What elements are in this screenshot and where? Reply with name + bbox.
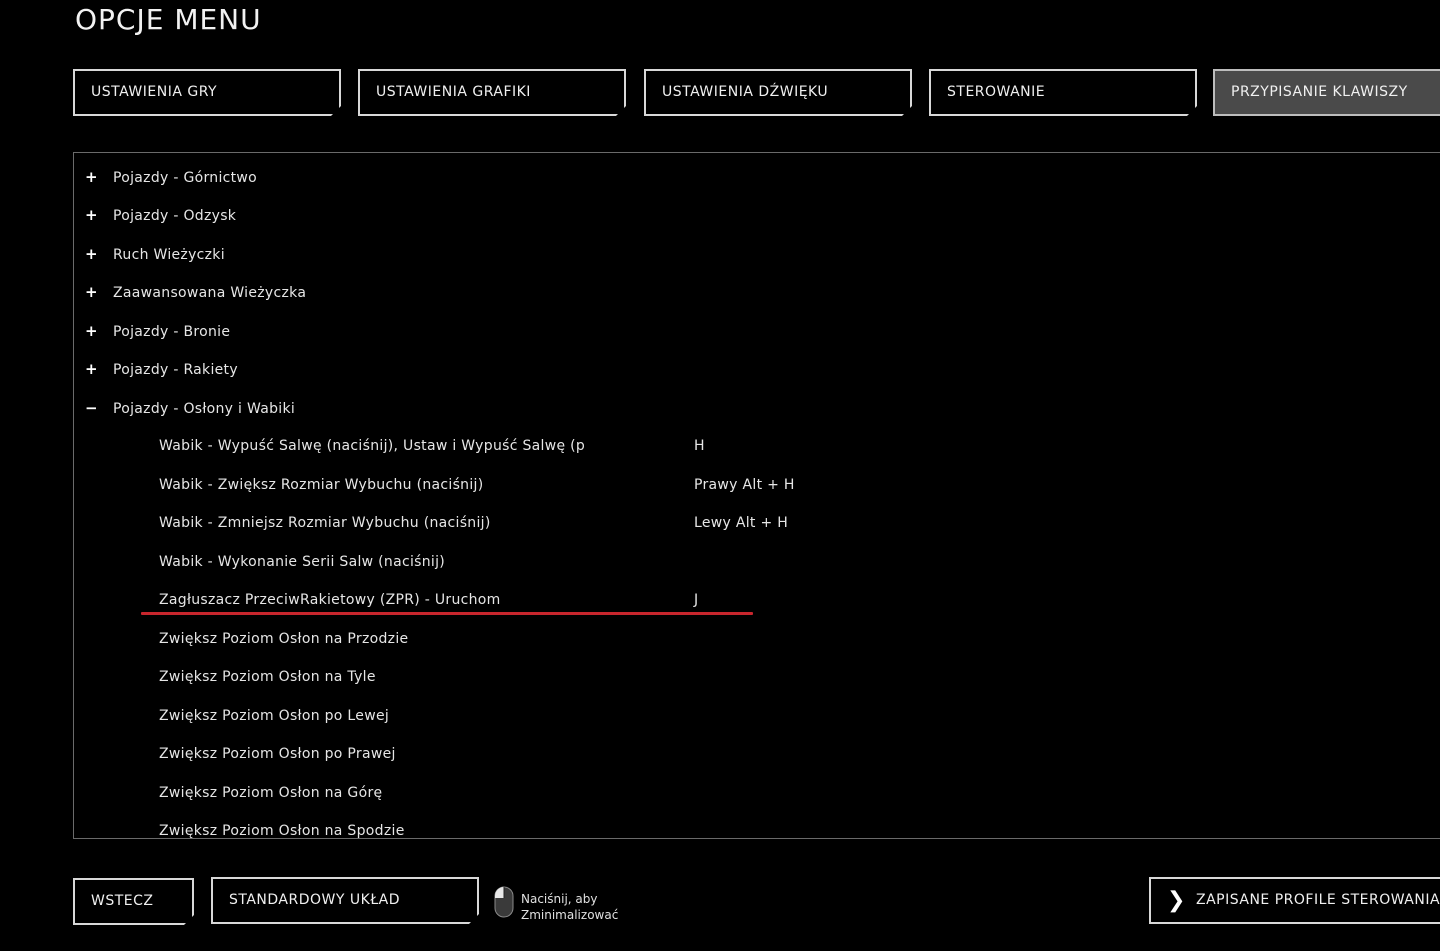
tab-keybindings[interactable]: PRZYPISANIE KLAWISZY xyxy=(1213,69,1440,116)
options-menu-page: OPCJE MENU USTAWIENIA GRY USTAWIENIA GRA… xyxy=(0,0,1440,951)
binding-row[interactable]: Zwiększ Poziom Osłon po Prawej xyxy=(159,735,1439,773)
tab-graphics-settings[interactable]: USTAWIENIA GRAFIKI xyxy=(358,69,626,116)
binding-action: Wabik - Wypuść Salwę (naciśnij), Ustaw i… xyxy=(159,438,584,454)
category-label: Pojazdy - Odzysk xyxy=(113,208,237,224)
expand-icon[interactable]: + xyxy=(85,350,113,388)
mouse-icon xyxy=(494,886,514,918)
tab-controls[interactable]: STEROWANIE xyxy=(929,69,1197,116)
row-highlight-underline xyxy=(141,612,753,615)
default-layout-button[interactable]: STANDARDOWY UKŁAD KLAWISZY xyxy=(211,877,479,924)
binding-action: Wabik - Wykonanie Serii Salw (naciśnij) xyxy=(159,554,446,570)
expand-icon[interactable]: + xyxy=(85,158,113,196)
binding-action: Zwiększ Poziom Osłon na Górę xyxy=(159,785,383,801)
binding-row[interactable]: Wabik - Zwiększ Rozmiar Wybuchu (naciśni… xyxy=(159,466,1439,504)
binding-action: Zwiększ Poziom Osłon po Lewej xyxy=(159,708,390,724)
page-title: OPCJE MENU xyxy=(75,3,262,36)
tab-label: USTAWIENIA DŹWIĘKU xyxy=(662,84,829,100)
category-row[interactable]: + Zaawansowana Wieżyczka xyxy=(85,273,306,311)
binding-action: Zwiększ Poziom Osłon po Prawej xyxy=(159,746,396,762)
binding-action: Wabik - Zwiększ Rozmiar Wybuchu (naciśni… xyxy=(159,477,484,493)
category-label: Pojazdy - Górnictwo xyxy=(113,170,258,186)
saved-profiles-button[interactable]: ❯ ZAPISANE PROFILE STEROWANIA xyxy=(1149,877,1440,924)
category-row[interactable]: + Pojazdy - Górnictwo xyxy=(85,158,257,196)
binding-row[interactable]: Zwiększ Poziom Osłon na Górę xyxy=(159,774,1439,812)
binding-action: Zwiększ Poziom Osłon na Tyle xyxy=(159,669,376,685)
collapse-icon[interactable]: − xyxy=(85,389,113,427)
chevron-right-icon: ❯ xyxy=(1167,888,1186,913)
tab-label: USTAWIENIA GRAFIKI xyxy=(376,84,531,100)
binding-action: Wabik - Zmniejsz Rozmiar Wybuchu (naciśn… xyxy=(159,515,491,531)
expand-icon[interactable]: + xyxy=(85,273,113,311)
binding-row[interactable]: Zwiększ Poziom Osłon na Spodzie xyxy=(159,812,1439,839)
hint-line-1: Naciśnij, aby xyxy=(521,892,598,906)
expand-icon[interactable]: + xyxy=(85,196,113,234)
hint-line-2: Zminimalizować xyxy=(521,908,619,922)
category-label: Zaawansowana Wieżyczka xyxy=(113,285,307,301)
category-row[interactable]: + Pojazdy - Rakiety xyxy=(85,350,238,388)
category-label: Pojazdy - Bronie xyxy=(113,324,231,340)
binding-row[interactable]: Wabik - Zmniejsz Rozmiar Wybuchu (naciśn… xyxy=(159,504,1439,542)
category-row[interactable]: + Ruch Wieżyczki xyxy=(85,235,225,273)
keybinding-list[interactable]: + Pojazdy - Górnictwo + Pojazdy - Odzysk +… xyxy=(73,152,1440,839)
tab-label: USTAWIENIA GRY xyxy=(91,84,218,100)
tab-game-settings[interactable]: USTAWIENIA GRY xyxy=(73,69,341,116)
back-button[interactable]: WSTECZ xyxy=(73,878,194,925)
binding-row[interactable]: Zwiększ Poziom Osłon po Lewej xyxy=(159,697,1439,735)
binding-action: Zwiększ Poziom Osłon na Przodzie xyxy=(159,631,409,647)
binding-row[interactable]: Wabik - Wypuść Salwę (naciśnij), Ustaw i… xyxy=(159,427,1439,465)
category-label: Pojazdy - Rakiety xyxy=(113,362,238,378)
category-row[interactable]: + Pojazdy - Odzysk xyxy=(85,196,236,234)
binding-row[interactable]: Zwiększ Poziom Osłon na Przodzie xyxy=(159,620,1439,658)
category-label: Ruch Wieżyczki xyxy=(113,247,225,263)
tab-sound-settings[interactable]: USTAWIENIA DŹWIĘKU xyxy=(644,69,912,116)
expand-icon[interactable]: + xyxy=(85,235,113,273)
binding-row[interactable]: Zwiększ Poziom Osłon na Tyle xyxy=(159,658,1439,696)
saved-profiles-label: ZAPISANE PROFILE STEROWANIA xyxy=(1196,892,1440,908)
category-row-expanded[interactable]: − Pojazdy - Osłony i Wabiki xyxy=(85,389,295,427)
expand-icon[interactable]: + xyxy=(85,312,113,350)
tab-label: STEROWANIE xyxy=(947,84,1046,100)
binding-key[interactable]: H xyxy=(694,427,705,465)
tab-label: PRZYPISANIE KLAWISZY xyxy=(1231,84,1408,100)
binding-key[interactable]: Prawy Alt + H xyxy=(694,466,795,504)
binding-action: Zwiększ Poziom Osłon na Spodzie xyxy=(159,823,405,839)
default-layout-label: STANDARDOWY UKŁAD KLAWISZY xyxy=(229,892,401,951)
back-button-label: WSTECZ xyxy=(91,893,154,909)
binding-key[interactable]: Lewy Alt + H xyxy=(694,504,788,542)
category-row[interactable]: + Pojazdy - Bronie xyxy=(85,312,230,350)
binding-row[interactable]: Wabik - Wykonanie Serii Salw (naciśnij) xyxy=(159,543,1439,581)
category-label: Pojazdy - Osłony i Wabiki xyxy=(113,401,296,417)
